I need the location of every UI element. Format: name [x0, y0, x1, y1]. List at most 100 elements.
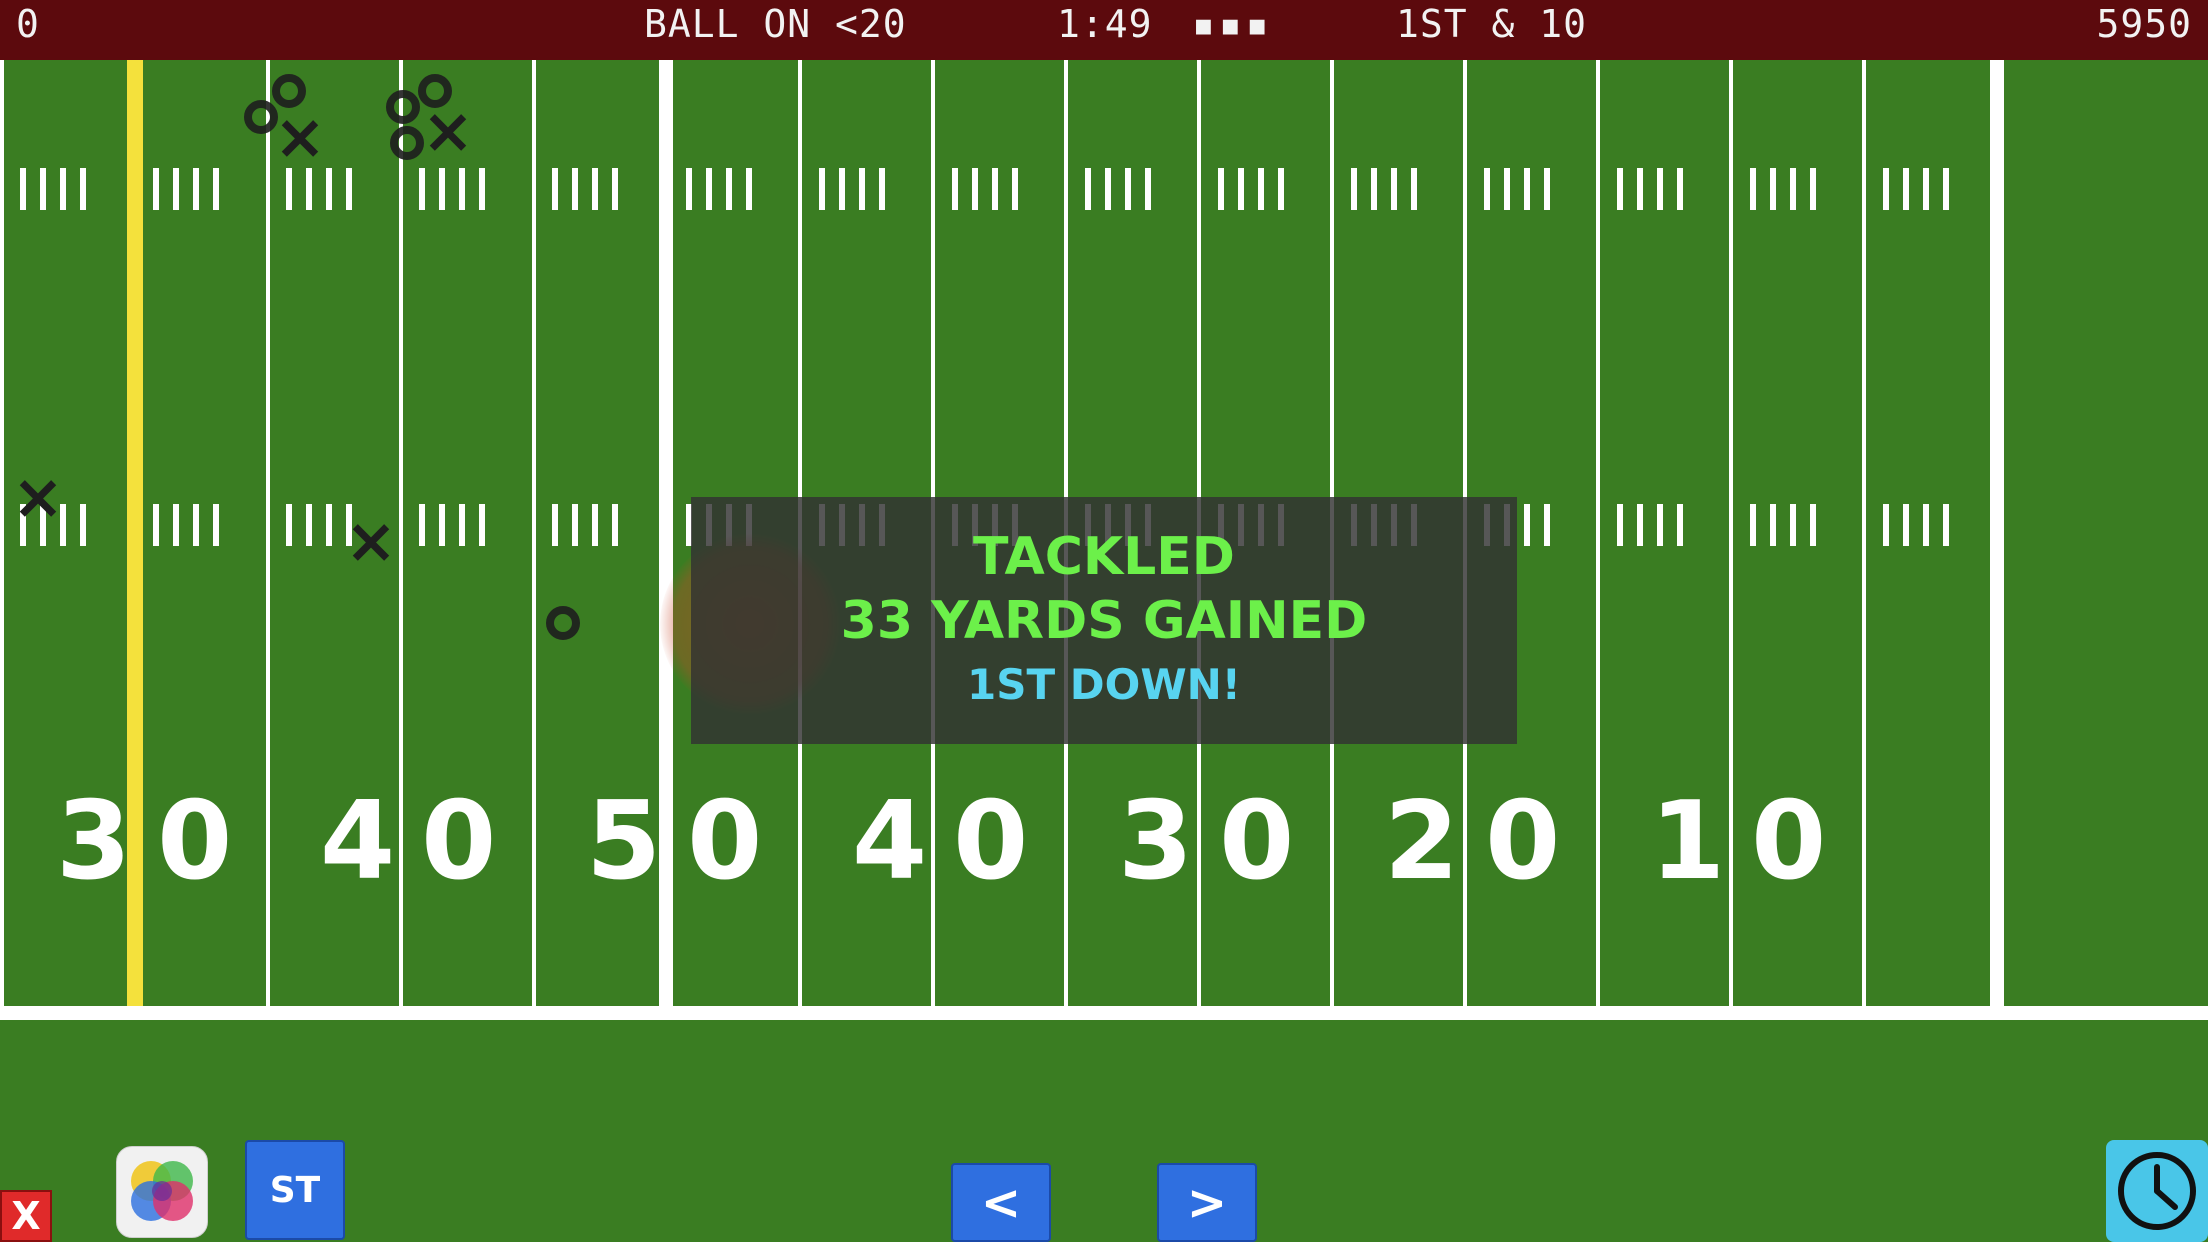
- yards-gained-text: 33 YARDS GAINED: [840, 591, 1368, 651]
- hash-mark: [1770, 168, 1776, 210]
- hash-mark-group: [1617, 168, 1683, 210]
- hash-mark: [592, 504, 598, 546]
- hash-mark-group: [20, 168, 86, 210]
- hash-mark: [1810, 168, 1816, 210]
- hash-mark: [992, 168, 998, 210]
- hash-mark: [706, 168, 712, 210]
- hash-mark-group: [1750, 168, 1816, 210]
- hash-mark: [1218, 168, 1224, 210]
- hash-mark: [1923, 504, 1929, 546]
- hash-mark: [952, 168, 958, 210]
- hash-mark: [1351, 168, 1357, 210]
- special-teams-button[interactable]: ST: [245, 1140, 345, 1240]
- yard-line: [0, 60, 4, 1006]
- hash-mark: [879, 168, 885, 210]
- hash-mark: [1657, 168, 1663, 210]
- hash-mark: [286, 504, 292, 546]
- hash-mark: [746, 168, 752, 210]
- hash-mark: [1903, 504, 1909, 546]
- yard-line: [1596, 60, 1600, 1006]
- hash-mark-group: [1085, 168, 1151, 210]
- yard-number-50: 50: [586, 779, 763, 904]
- hash-mark: [419, 168, 425, 210]
- hash-mark: [1258, 168, 1264, 210]
- hash-mark-group: [1750, 504, 1816, 546]
- hash-mark-group: [1617, 504, 1683, 546]
- hash-mark: [1278, 168, 1284, 210]
- move-left-button[interactable]: <: [951, 1163, 1051, 1242]
- yard-number-20: 20: [1384, 779, 1561, 904]
- hash-mark: [1657, 504, 1663, 546]
- hash-mark-group: [1883, 168, 1949, 210]
- hash-mark: [686, 168, 692, 210]
- hash-mark: [1637, 168, 1643, 210]
- hash-mark: [1617, 168, 1623, 210]
- yard-number-40: 40: [852, 779, 1029, 904]
- move-right-button[interactable]: >: [1157, 1163, 1257, 1242]
- hash-mark: [1790, 168, 1796, 210]
- timeout-clock-button[interactable]: [2106, 1140, 2208, 1242]
- hash-mark: [419, 504, 425, 546]
- hash-mark: [1085, 168, 1091, 210]
- home-score: 0: [16, 2, 40, 46]
- hash-mark: [306, 168, 312, 210]
- hash-mark: [1677, 504, 1683, 546]
- hash-mark: [80, 168, 86, 210]
- yard-number-40: 40: [320, 779, 497, 904]
- hash-mark: [859, 168, 865, 210]
- hash-mark: [20, 168, 26, 210]
- sideline: [0, 1006, 2208, 1020]
- hash-mark: [439, 504, 445, 546]
- hash-mark: [193, 504, 199, 546]
- hash-mark-group: [952, 168, 1018, 210]
- hash-mark: [439, 168, 445, 210]
- defense-player: ×: [274, 100, 326, 173]
- yard-line: [532, 60, 536, 1006]
- defense-player: ×: [12, 460, 64, 533]
- hash-mark-group: [1484, 168, 1550, 210]
- hash-mark: [326, 504, 332, 546]
- hash-mark: [1617, 504, 1623, 546]
- hash-mark: [213, 168, 219, 210]
- hash-mark: [1105, 168, 1111, 210]
- hash-mark: [213, 504, 219, 546]
- hash-mark: [1484, 168, 1490, 210]
- hash-mark: [1883, 504, 1889, 546]
- yard-number-30: 30: [1118, 779, 1295, 904]
- hash-mark: [1903, 168, 1909, 210]
- hash-mark: [552, 504, 558, 546]
- yard-number-10: 10: [1650, 779, 1827, 904]
- hash-mark-group: [552, 504, 618, 546]
- hash-mark: [1750, 504, 1756, 546]
- hash-mark-group: [419, 504, 485, 546]
- hash-mark: [153, 504, 159, 546]
- color-picker-button[interactable]: [116, 1146, 208, 1238]
- hash-mark-group: [153, 504, 219, 546]
- hash-mark: [1544, 504, 1550, 546]
- hash-mark: [479, 168, 485, 210]
- hash-mark: [1524, 504, 1530, 546]
- yard-line: [266, 60, 270, 1006]
- hash-mark: [1504, 168, 1510, 210]
- hash-mark-group: [1883, 504, 1949, 546]
- hash-mark-group: [552, 168, 618, 210]
- timeouts-indicator: ▪▪▪: [1192, 2, 1273, 46]
- defense-player: ×: [422, 94, 474, 167]
- away-score: 5950: [2096, 2, 2192, 46]
- hash-mark: [40, 168, 46, 210]
- hash-mark: [173, 168, 179, 210]
- play-result-title: TACKLED: [973, 527, 1235, 587]
- hash-mark: [612, 168, 618, 210]
- hash-mark: [60, 168, 66, 210]
- line-of-scrimmage: [127, 60, 143, 1020]
- hash-mark: [1238, 168, 1244, 210]
- hash-mark: [1371, 168, 1377, 210]
- hash-mark: [726, 168, 732, 210]
- hash-mark-group: [686, 168, 752, 210]
- yard-line: [1862, 60, 1866, 1006]
- color-wheel-icon: [131, 1161, 193, 1221]
- offense-player: [546, 606, 580, 640]
- hash-mark: [1677, 168, 1683, 210]
- quit-button[interactable]: X: [0, 1190, 52, 1242]
- hash-mark: [286, 168, 292, 210]
